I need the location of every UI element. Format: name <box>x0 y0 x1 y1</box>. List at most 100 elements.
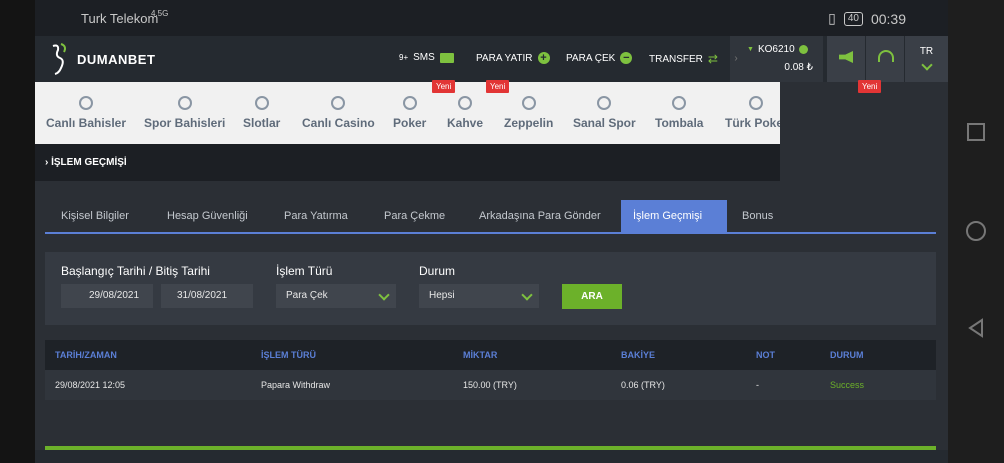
breadcrumb-label[interactable]: › İŞLEM GEÇMİŞİ <box>45 157 127 168</box>
category-sports-betting[interactable]: Spor Bahisleri <box>144 82 225 144</box>
breadcrumb: › İŞLEM GEÇMİŞİ <box>35 144 780 181</box>
new-badge-support: Yeni <box>858 80 882 93</box>
vibrate-icon: ▯ <box>828 10 836 26</box>
tab-withdraw[interactable]: Para Çekme <box>372 200 457 232</box>
language-selector[interactable]: TR <box>905 36 948 82</box>
bingo-ball-icon <box>672 96 687 110</box>
category-label: Kahve <box>447 116 484 130</box>
account-tabs: Kişisel Bilgiler Hesap Güvenliği Para Ya… <box>45 200 936 234</box>
live-signal-icon <box>79 96 94 110</box>
recent-apps-button[interactable] <box>967 123 985 141</box>
cell-amount: 150.00 (TRY) <box>463 380 517 390</box>
category-zeppelin[interactable]: Zeppelin <box>504 82 553 144</box>
brand-logo[interactable]: DUMANBET <box>49 42 155 76</box>
status-bar: Turk Telekom 4.5G ▯ 40 00:39 <box>35 0 948 36</box>
football-icon <box>177 96 192 110</box>
user-icon <box>798 45 808 54</box>
category-live-betting[interactable]: Canlı Bahisler <box>46 82 126 144</box>
username: KO6210 <box>757 44 795 55</box>
category-label: Poker <box>393 116 427 130</box>
withdraw-label: PARA ÇEK <box>566 52 616 64</box>
plus-icon: + <box>537 52 550 64</box>
tab-bonus[interactable]: Bonus <box>730 200 785 232</box>
category-label: Slotlar <box>243 116 281 130</box>
sms-count: 9+ <box>399 53 409 62</box>
category-label: Tombala <box>655 116 704 130</box>
logo-icon <box>49 42 71 76</box>
transfer-label: TRANSFER <box>649 53 703 65</box>
tab-account-security[interactable]: Hesap Güvenliği <box>155 200 260 232</box>
withdraw-button[interactable]: PARA ÇEK − <box>566 52 633 64</box>
cell-date: 29/08/2021 12:05 <box>55 380 126 390</box>
envelope-icon <box>439 52 454 63</box>
column-amount: MİKTAR <box>463 350 498 360</box>
minus-icon: − <box>620 52 633 64</box>
cell-balance: 0.06 (TRY) <box>621 380 665 390</box>
app-screen: Turk Telekom 4.5G ▯ 40 00:39 DUMANBET 9+… <box>35 0 948 463</box>
system-nav-bar <box>948 0 1004 463</box>
category-label: Canlı Casino <box>302 116 375 130</box>
column-balance: BAKİYE <box>621 350 656 360</box>
transaction-table: TARİH/ZAMAN İŞLEM TÜRÜ MİKTAR BAKİYE NOT… <box>45 340 936 400</box>
clock: 00:39 <box>870 10 906 27</box>
tab-personal-info[interactable]: Kişisel Bilgiler <box>49 200 141 232</box>
page-footer <box>35 450 948 463</box>
network-type: 4.5G <box>151 9 169 18</box>
date-range-label: Başlangıç Tarihi / Bitiş Tarihi <box>61 264 210 278</box>
transfer-button[interactable]: TRANSFER ⇄ <box>649 52 718 66</box>
sms-label: SMS <box>413 52 435 63</box>
category-label: Spor Bahisleri <box>144 116 226 130</box>
language-code: TR <box>919 46 934 57</box>
chevron-down-icon <box>920 59 933 71</box>
category-label: Zeppelin <box>504 116 554 130</box>
column-type: İŞLEM TÜRÜ <box>261 350 316 360</box>
filter-panel: Başlangıç Tarihi / Bitiş Tarihi 29/08/20… <box>45 252 936 325</box>
status-label: Durum <box>419 264 456 278</box>
battery-indicator: 40 <box>843 11 863 26</box>
user-account[interactable]: ▼ KO6210 0.08 ₺ <box>741 36 823 82</box>
category-poker[interactable]: Poker <box>393 82 426 144</box>
deposit-label: PARA YATIR <box>476 52 533 64</box>
transaction-type-select[interactable]: Para Çek <box>276 284 396 308</box>
cell-type: Papara Withdraw <box>261 380 331 390</box>
caret-down-icon: ▼ <box>747 46 754 53</box>
home-button[interactable] <box>966 221 986 241</box>
poker-chip-icon <box>402 96 417 110</box>
end-date-input[interactable]: 31/08/2021 <box>161 284 253 308</box>
deposit-button[interactable]: PARA YATIR + <box>476 52 550 64</box>
headset-icon <box>878 50 894 62</box>
support-button[interactable] <box>866 36 904 82</box>
back-button[interactable] <box>966 318 986 338</box>
transaction-type-label: İşlem Türü <box>276 264 333 278</box>
cell-status: Success <box>830 380 865 390</box>
tab-deposit[interactable]: Para Yatırma <box>272 200 360 232</box>
balance: 0.08 ₺ <box>784 62 813 73</box>
search-button[interactable]: ARA <box>562 284 622 309</box>
sms-button[interactable]: 9+ SMS <box>399 52 454 63</box>
category-live-casino[interactable]: Canlı Casino <box>302 82 375 144</box>
tab-send-to-friend[interactable]: Arkadaşına Para Gönder <box>467 200 613 232</box>
megaphone-icon <box>839 51 853 63</box>
category-tombala[interactable]: Tombala <box>655 82 703 144</box>
carrier-label: Turk Telekom <box>81 11 159 26</box>
start-date-input[interactable]: 29/08/2021 <box>61 284 153 308</box>
category-turk-poker[interactable]: Türk Poker <box>725 82 780 144</box>
dice-icon <box>458 96 473 110</box>
status-select[interactable]: Hepsi <box>419 284 539 308</box>
transfer-icon: ⇄ <box>707 52 718 66</box>
category-label: Türk Poker <box>725 116 780 130</box>
column-date: TARİH/ZAMAN <box>55 350 117 360</box>
category-nav: Canlı Bahisler Spor Bahisleri Slotlar Ca… <box>35 82 780 144</box>
column-status: DURUM <box>830 350 864 360</box>
tab-transaction-history[interactable]: İşlem Geçmişi <box>621 200 727 232</box>
casino-icon <box>331 96 346 110</box>
cell-note: - <box>756 380 759 390</box>
category-slots[interactable]: Slotlar <box>243 82 280 144</box>
category-virtual-sports[interactable]: Sanal Spor <box>573 82 636 144</box>
table-row: 29/08/2021 12:05 Papara Withdraw 150.00 … <box>45 370 936 400</box>
announcements-button[interactable] <box>827 36 865 82</box>
brand-name: DUMANBET <box>77 51 156 67</box>
new-badge-zeppelin: Yeni <box>486 80 510 93</box>
zeppelin-icon <box>521 96 536 110</box>
category-label: Canlı Bahisler <box>46 116 127 130</box>
